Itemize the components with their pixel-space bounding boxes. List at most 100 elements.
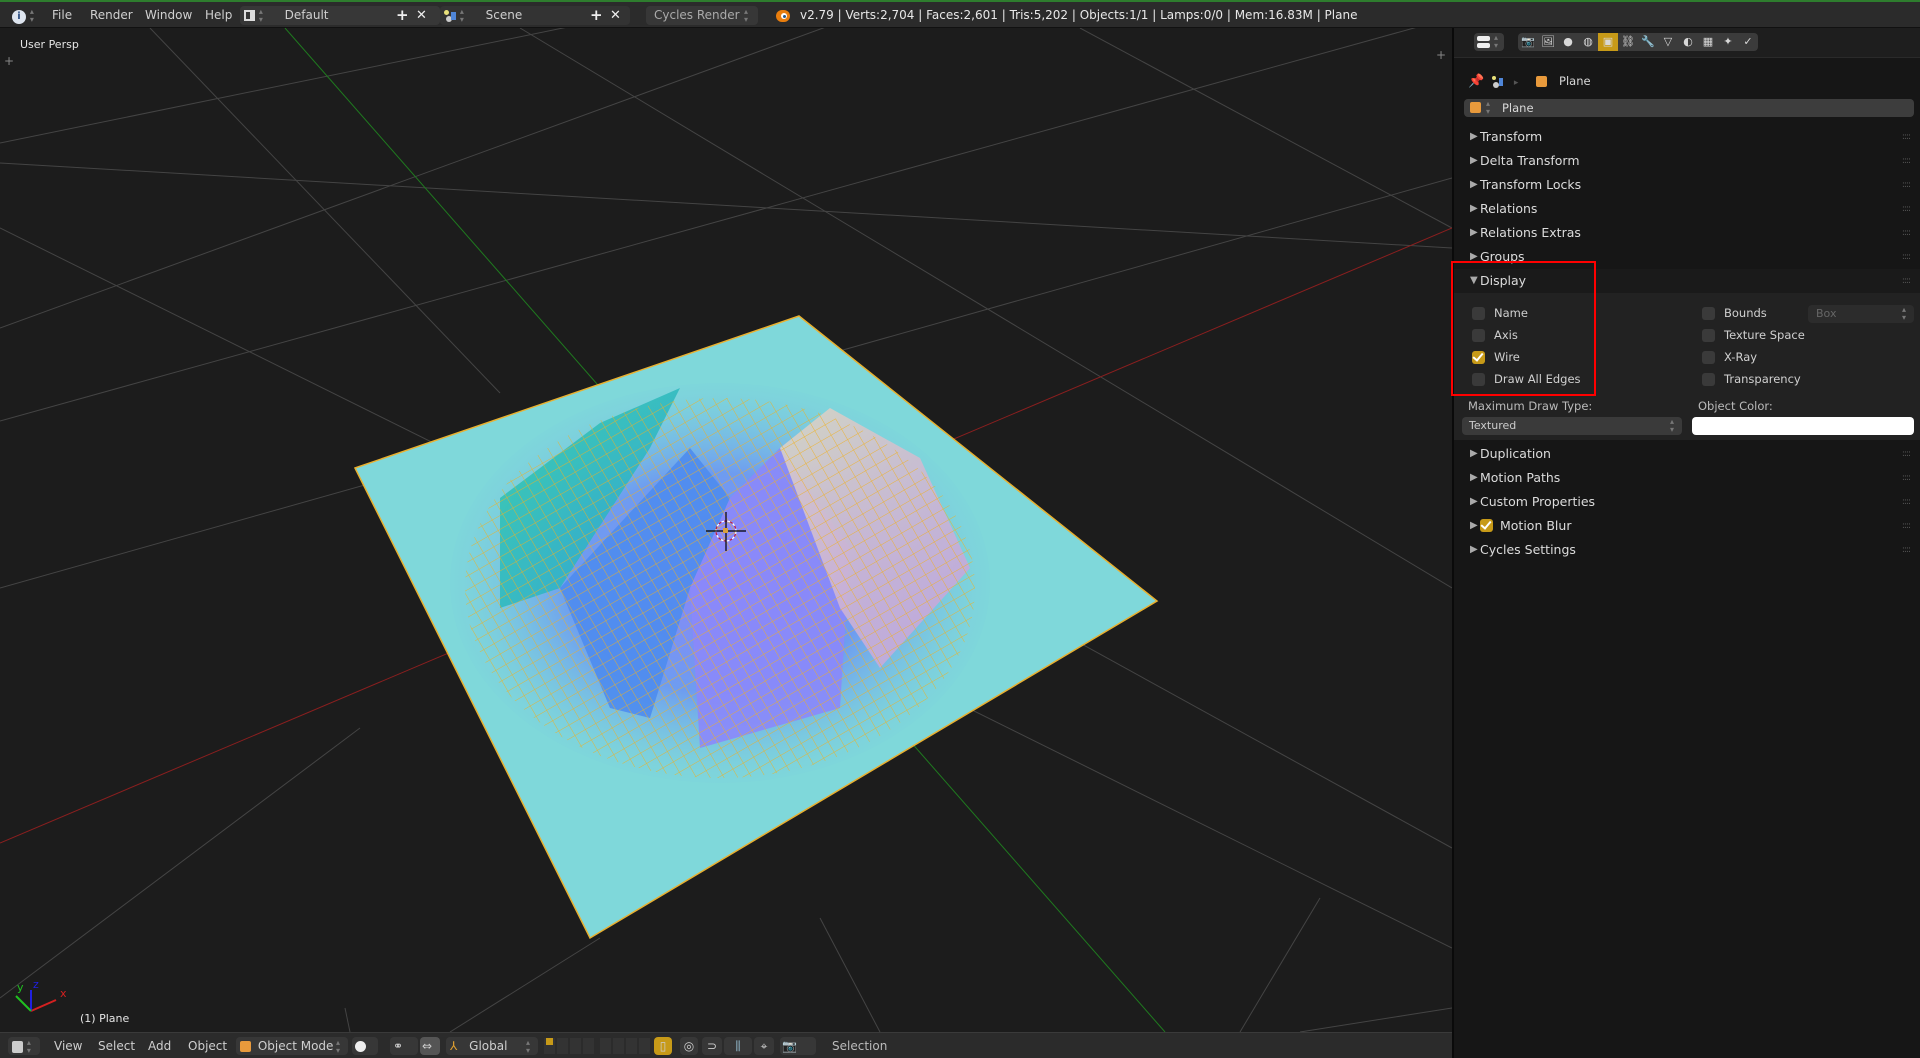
add-icon[interactable]: + — [590, 6, 603, 25]
lock-camera-toggle[interactable]: ▯ — [654, 1037, 672, 1055]
tab-modifiers[interactable]: 🔧 — [1638, 33, 1658, 51]
menu-render[interactable]: Render — [90, 6, 133, 25]
panel-enable-checkbox[interactable] — [1480, 519, 1493, 532]
menu-object[interactable]: Object — [188, 1037, 227, 1055]
drag-handle-icon[interactable]: :::: — [1902, 538, 1911, 562]
panel-header-transform-locks[interactable]: ▶ Transform Locks:::: — [1454, 173, 1920, 197]
max-draw-type-dropdown[interactable]: Textured ▴ ▾ — [1462, 417, 1682, 435]
menu-select[interactable]: Select — [98, 1037, 135, 1055]
tab-render[interactable]: 📷 — [1518, 33, 1538, 51]
drag-handle-icon[interactable]: :::: — [1902, 149, 1911, 173]
drag-handle-icon[interactable]: :::: — [1902, 514, 1911, 538]
snap-toggle[interactable]: ⊃ — [702, 1037, 722, 1055]
tab-physics[interactable]: ✓ — [1738, 33, 1758, 51]
object-cube-icon — [1470, 102, 1481, 113]
drag-handle-icon[interactable]: :::: — [1902, 173, 1911, 197]
3d-viewport[interactable]: x z y User Persp (1) Plane + + — [0, 28, 1452, 1032]
layers-group-1[interactable] — [544, 1038, 596, 1054]
max-draw-type-label: Maximum Draw Type: — [1468, 399, 1593, 413]
manipulator-toggle[interactable]: ⇔ — [420, 1037, 440, 1055]
bounds-type-dropdown[interactable]: Box ▴ ▾ — [1808, 305, 1914, 323]
pivot-point-selector[interactable]: ⚭ — [390, 1037, 418, 1055]
panel-header-delta-transform[interactable]: ▶ Delta Transform:::: — [1454, 149, 1920, 173]
tab-particles[interactable]: ✦ — [1718, 33, 1738, 51]
checkbox-name[interactable] — [1472, 307, 1485, 320]
layers-group-2[interactable] — [600, 1038, 652, 1054]
mode-selector[interactable]: Object Mode ▴ ▾ — [236, 1037, 348, 1055]
drag-handle-icon[interactable]: :::: — [1902, 490, 1911, 514]
screen-layout-selector[interactable]: ▴ ▾ Default + ✕ — [240, 6, 440, 25]
panel-header-relations[interactable]: ▶ Relations:::: — [1454, 197, 1920, 221]
panel-header-transform[interactable]: ▶ Transform:::: — [1454, 125, 1920, 149]
pin-icon[interactable]: 📌 — [1468, 74, 1484, 89]
menu-window[interactable]: Window — [145, 6, 192, 25]
toolshelf-toggle-icon[interactable]: + — [4, 54, 14, 68]
material-icon: ◐ — [1683, 35, 1693, 48]
editor-type-button[interactable]: ▴ ▾ — [8, 1037, 40, 1055]
grid-line — [449, 937, 601, 1032]
menu-add[interactable]: Add — [148, 1037, 171, 1055]
option-label: Wire — [1494, 350, 1520, 364]
drag-handle-icon[interactable]: :::: — [1902, 197, 1911, 221]
tab-data[interactable]: ▽ — [1658, 33, 1678, 51]
drag-handle-icon[interactable]: :::: — [1902, 221, 1911, 245]
panel-title: Transform Locks — [1480, 177, 1582, 192]
transform-orientation-selector[interactable]: ⅄ Global ▴ ▾ — [446, 1037, 538, 1055]
tab-world[interactable]: ◍ — [1578, 33, 1598, 51]
panel-header-display[interactable]: ▼ Display :::: — [1454, 269, 1920, 293]
panel-title: Custom Properties — [1480, 494, 1596, 509]
panel-header-motion-paths[interactable]: ▶ Motion Paths:::: — [1454, 466, 1920, 490]
proportional-edit-toggle[interactable]: ◎ — [680, 1037, 698, 1055]
opengl-render-icon[interactable]: 📷 — [782, 1039, 797, 1053]
tab-texture[interactable]: ▦ — [1698, 33, 1718, 51]
panel-header-groups[interactable]: ▶ Groups:::: — [1454, 245, 1920, 269]
object-name-field[interactable]: ▴ ▾ Plane — [1464, 99, 1914, 117]
menu-view[interactable]: View — [54, 1037, 82, 1055]
panel-header-duplication[interactable]: ▶ Duplication:::: — [1454, 442, 1920, 466]
panel-header-custom-properties[interactable]: ▶ Custom Properties:::: — [1454, 490, 1920, 514]
tab-constraints[interactable]: ⛓ — [1618, 33, 1638, 51]
checkbox-draw-all-edges[interactable] — [1472, 373, 1485, 386]
object-color-swatch[interactable] — [1692, 417, 1914, 435]
panel-header-cycles-settings[interactable]: ▶ Cycles Settings:::: — [1454, 538, 1920, 562]
view-type-label: User Persp — [20, 38, 79, 51]
chevron-updown-icon: ▴ ▾ — [744, 7, 749, 24]
editor-type-button[interactable]: ▴ ▾ — [1474, 33, 1504, 51]
panel-header-relations-extras[interactable]: ▶ Relations Extras:::: — [1454, 221, 1920, 245]
panel-header-motion-blur[interactable]: ▶ Motion Blur:::: — [1454, 514, 1920, 538]
checkbox-wire[interactable] — [1472, 351, 1485, 364]
snap-target-toggle[interactable]: ⌖ — [754, 1037, 774, 1055]
drag-handle-icon[interactable]: :::: — [1902, 442, 1911, 466]
scene-selector[interactable]: ▴ ▾ Scene + ✕ — [440, 6, 630, 25]
checkbox-texture-space[interactable] — [1702, 329, 1715, 342]
menu-help[interactable]: Help — [205, 6, 232, 25]
tab-object[interactable]: ▣ — [1598, 33, 1618, 51]
checkbox-x-ray[interactable] — [1702, 351, 1715, 364]
scene-icon: ● — [1563, 35, 1573, 48]
viewport-shading-selector[interactable] — [352, 1037, 378, 1055]
editor-type-button[interactable]: i ▴ ▾ — [12, 6, 38, 25]
drag-handle-icon[interactable]: :::: — [1902, 245, 1911, 269]
tab-render-layers[interactable]: 🖼 — [1538, 33, 1558, 51]
drag-handle-icon[interactable]: :::: — [1902, 269, 1911, 293]
menu-file[interactable]: File — [52, 6, 72, 25]
tab-material[interactable]: ◐ — [1678, 33, 1698, 51]
render-engine-selector[interactable]: Cycles Render ▴ ▾ — [646, 6, 758, 25]
screen-layout-icon — [244, 10, 255, 21]
render-buttons[interactable]: 📷 — [780, 1037, 816, 1055]
close-icon[interactable]: ✕ — [416, 6, 427, 25]
close-icon[interactable]: ✕ — [610, 6, 621, 25]
drag-handle-icon[interactable]: :::: — [1902, 125, 1911, 149]
add-icon[interactable]: + — [396, 6, 409, 25]
layer-lock-icon: ▯ — [659, 1039, 667, 1053]
drag-handle-icon[interactable]: :::: — [1902, 466, 1911, 490]
checkbox-axis[interactable] — [1472, 329, 1485, 342]
properties-shelf-toggle-icon[interactable]: + — [1436, 48, 1446, 62]
snap-element-selector[interactable]: ⫼ — [724, 1037, 752, 1055]
triangle-right-icon: ▶ — [1470, 496, 1478, 507]
checkbox-bounds[interactable] — [1702, 307, 1715, 320]
tab-scene[interactable]: ● — [1558, 33, 1578, 51]
orientation-axes-icon: ⅄ — [450, 1039, 458, 1053]
checkbox-transparency[interactable] — [1702, 373, 1715, 386]
option-label: Bounds — [1724, 306, 1767, 320]
